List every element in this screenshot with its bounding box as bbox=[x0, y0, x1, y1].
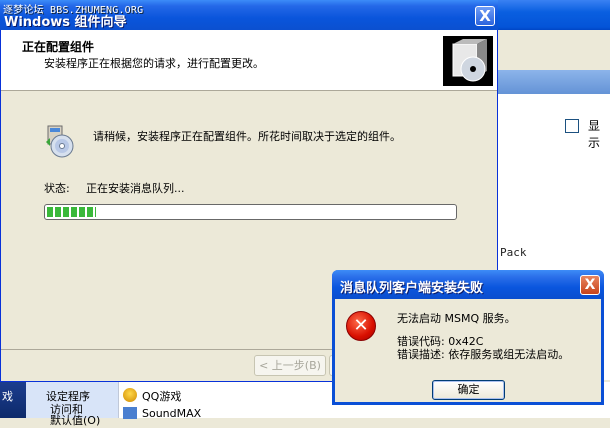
background-window-header bbox=[497, 70, 610, 94]
error-dialog-title: 消息队列客户端安装失败 bbox=[340, 281, 484, 296]
program-item-qq-game[interactable]: QQ游戏 bbox=[142, 388, 181, 404]
bottom-left-tab-label: 戏 bbox=[2, 390, 13, 403]
program-item-soundmax[interactable]: SoundMAX bbox=[142, 407, 201, 420]
install-cd-icon bbox=[44, 124, 76, 158]
bottom-left-tab[interactable]: 戏 bbox=[0, 382, 26, 418]
wizard-close-button[interactable]: X bbox=[475, 6, 495, 26]
background-window-titlebar bbox=[497, 0, 610, 30]
install-progress-fill bbox=[47, 207, 96, 217]
error-x-icon: ✕ bbox=[346, 311, 376, 341]
error-message: 无法启动 MSMQ 服务。 bbox=[397, 312, 516, 325]
set-program-access-label-3: 默认值(O) bbox=[50, 414, 101, 427]
back-button[interactable]: < 上一步(B) bbox=[254, 355, 326, 376]
install-progress-bar bbox=[44, 204, 457, 220]
ok-button[interactable]: 确定 bbox=[432, 380, 505, 400]
wizard-message: 请稍候，安装程序正在配置组件。所花时间取决于选定的组件。 bbox=[93, 130, 401, 143]
background-pack-text: Pack bbox=[500, 246, 527, 259]
background-window-toolbar bbox=[497, 30, 610, 70]
wizard-title: Windows 组件向导 bbox=[4, 15, 127, 30]
status-value: 正在安装消息队列... bbox=[86, 182, 185, 195]
status-label: 状态: bbox=[44, 182, 70, 195]
error-description: 错误描述: 依存服务或组无法启动。 bbox=[397, 348, 570, 361]
show-updates-label: 显示 bbox=[588, 119, 601, 150]
wizard-header-title: 正在配置组件 bbox=[22, 40, 95, 54]
qq-game-icon bbox=[123, 388, 137, 402]
show-updates-checkbox[interactable] bbox=[565, 119, 579, 133]
wizard-header-subtitle: 安装程序正在根据您的请求，进行配置更改。 bbox=[44, 57, 264, 70]
soundmax-icon bbox=[123, 407, 137, 419]
error-dialog-close-button[interactable]: X bbox=[580, 275, 600, 295]
setup-box-icon bbox=[443, 36, 493, 86]
